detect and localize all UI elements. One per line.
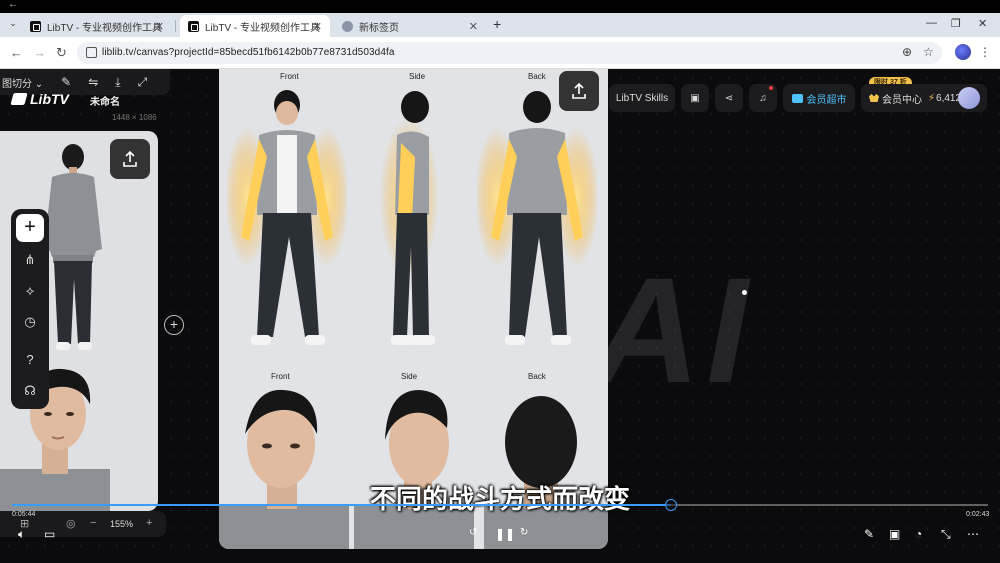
zoom-level: 155% bbox=[110, 519, 134, 529]
url-text: liblib.tv/canvas?projectId=85becd51fb614… bbox=[102, 47, 395, 58]
share-icon: ⋖ bbox=[724, 92, 734, 104]
history-clock-icon[interactable]: ◷ bbox=[20, 312, 40, 332]
store-icon bbox=[791, 93, 803, 103]
bookmark-star-icon[interactable]: ☆ bbox=[923, 45, 934, 59]
back-icon[interactable]: ← bbox=[10, 45, 23, 60]
tab-libtv-2[interactable]: LibTV - 专业视频创作工具 ✕ bbox=[180, 15, 330, 37]
upload-icon bbox=[123, 150, 137, 167]
expand-icon[interactable]: ⤢ bbox=[138, 75, 148, 90]
face-views-row bbox=[219, 389, 608, 549]
project-name[interactable]: 未命名 bbox=[90, 93, 120, 108]
notification-dot bbox=[769, 86, 773, 90]
video-progress-fill bbox=[12, 504, 671, 506]
new-tab-button[interactable]: + bbox=[493, 16, 501, 32]
more-options-icon[interactable]: ⋯ bbox=[967, 527, 979, 541]
back-view-figure bbox=[477, 91, 597, 345]
save-icon: ▣ bbox=[690, 92, 700, 104]
pencil-icon[interactable]: ✎ bbox=[864, 527, 874, 541]
tab-list-chevron-icon[interactable]: ⌄ bbox=[6, 18, 20, 32]
save-button[interactable]: ▣ bbox=[681, 84, 709, 112]
upload-button[interactable] bbox=[559, 71, 599, 111]
side-view-figure bbox=[379, 91, 439, 345]
rewind-10-icon[interactable]: ↺ bbox=[469, 527, 477, 538]
window-titlebar: ← bbox=[0, 0, 1000, 13]
address-bar-row: ← → ↻ liblib.tv/canvas?projectId=85becd5… bbox=[0, 37, 1000, 69]
close-tab-icon[interactable]: ✕ bbox=[313, 20, 322, 33]
user-avatar[interactable] bbox=[958, 87, 980, 109]
libtv-favicon-icon bbox=[188, 20, 199, 32]
image-dimensions: 1448 × 1086 bbox=[112, 113, 157, 122]
canvas-workspace[interactable]: 云稀AI 图切分 ⌄ ✎ ⇋ ⤓ ⤢ LibTV 未命名 1448 × 1086 bbox=[0, 69, 1000, 563]
tab-title: LibTV - 专业视频创作工具 bbox=[47, 22, 163, 34]
picture-in-picture-icon[interactable]: ▣ bbox=[889, 527, 900, 541]
tab-title: LibTV - 专业视频创作工具 bbox=[205, 22, 321, 34]
view-label-side: Side bbox=[409, 72, 426, 81]
close-window-icon[interactable]: ✕ bbox=[978, 17, 987, 30]
crown-icon bbox=[869, 94, 879, 102]
brush-icon[interactable]: ✎ bbox=[61, 75, 71, 89]
tab-separator bbox=[175, 20, 176, 32]
maximize-icon[interactable]: ❐ bbox=[951, 17, 961, 30]
assets-icon[interactable]: ⟡ bbox=[20, 281, 40, 301]
globe-favicon-icon bbox=[342, 20, 353, 32]
add-node-button[interactable]: + bbox=[16, 214, 44, 242]
bell-icon: ♫ bbox=[759, 92, 767, 104]
total-time: 0:02:43 bbox=[966, 511, 990, 518]
notifications-button[interactable]: ♫ bbox=[749, 84, 777, 112]
pause-icon[interactable]: ❚❚ bbox=[495, 527, 515, 541]
forward-30-icon[interactable]: ↻ bbox=[520, 527, 528, 538]
tab-new-tab[interactable]: 新标签页 ✕ bbox=[334, 15, 486, 37]
view-label-front-face: Front bbox=[271, 372, 290, 381]
volume-icon[interactable]: 🔈︎ bbox=[18, 527, 25, 542]
flip-icon[interactable]: ⇋ bbox=[88, 75, 98, 89]
view-label-back: Back bbox=[528, 72, 546, 81]
mouse-cursor bbox=[742, 290, 747, 295]
front-view-figure bbox=[227, 90, 347, 345]
back-arrow-icon[interactable]: ← bbox=[8, 0, 18, 10]
tab-libtv-1[interactable]: LibTV - 专业视频创作工具 ✕ bbox=[22, 15, 172, 37]
browser-menu-icon[interactable]: ⋮ bbox=[979, 45, 991, 59]
video-progress-bar[interactable] bbox=[12, 499, 988, 511]
upload-button[interactable] bbox=[110, 139, 150, 179]
libtv-logo[interactable]: LibTV bbox=[10, 91, 69, 107]
forward-icon[interactable]: → bbox=[33, 45, 46, 60]
zoom-in-icon[interactable]: + bbox=[146, 517, 152, 529]
minimap-icon[interactable]: ◎ bbox=[66, 517, 76, 530]
reload-icon[interactable]: ↻ bbox=[56, 45, 67, 61]
close-tab-icon[interactable]: ✕ bbox=[155, 20, 164, 33]
url-field[interactable]: liblib.tv/canvas?projectId=85becd51fb614… bbox=[77, 42, 942, 64]
upload-icon bbox=[572, 82, 586, 99]
lightning-icon: ⚡ bbox=[928, 92, 936, 104]
fullscreen-exit-icon[interactable]: ⤡ bbox=[941, 527, 951, 542]
close-tab-icon[interactable]: ✕ bbox=[469, 20, 478, 33]
connect-node-plus-icon[interactable]: + bbox=[164, 315, 184, 335]
share-button[interactable]: ⋖ bbox=[715, 84, 743, 112]
left-sidebar: + ⋔ ⟡ ◷ ? ☊ bbox=[11, 209, 49, 409]
profile-avatar[interactable] bbox=[955, 44, 971, 60]
zoom-icon[interactable]: ⊕ bbox=[902, 45, 912, 59]
view-label-side-face: Side bbox=[401, 372, 418, 381]
libtv-mark-icon bbox=[10, 93, 28, 105]
zoom-out-icon[interactable]: − bbox=[90, 517, 96, 529]
current-time: 0:05:44 bbox=[12, 511, 36, 518]
video-scrubber-handle[interactable] bbox=[664, 499, 677, 511]
support-headset-icon[interactable]: ☊ bbox=[20, 381, 40, 401]
site-info-icon[interactable] bbox=[86, 47, 97, 58]
download-icon[interactable]: ⤓ bbox=[115, 75, 120, 90]
minimize-icon[interactable]: — bbox=[926, 17, 937, 29]
view-label-front: Front bbox=[280, 72, 299, 81]
help-icon[interactable]: ? bbox=[20, 350, 40, 370]
speed-icon[interactable]: ◔ bbox=[915, 527, 922, 541]
captions-icon[interactable]: ▭ bbox=[44, 527, 55, 541]
view-label-back-face: Back bbox=[528, 372, 546, 381]
libtv-skills-button[interactable]: LibTV Skills bbox=[609, 84, 675, 112]
workflow-icon[interactable]: ⋔ bbox=[20, 250, 40, 270]
tab-strip: ⌄ LibTV - 专业视频创作工具 ✕ LibTV - 专业视频创作工具 ✕ … bbox=[0, 13, 1000, 37]
tab-title: 新标签页 bbox=[359, 22, 399, 34]
main-image-node[interactable]: Front Side Back Front Side Back bbox=[219, 69, 608, 549]
split-image-dropdown[interactable]: 图切分 ⌄ bbox=[2, 75, 43, 90]
libtv-favicon-icon bbox=[30, 20, 41, 32]
member-store-button[interactable]: 会员超市 bbox=[783, 84, 855, 112]
